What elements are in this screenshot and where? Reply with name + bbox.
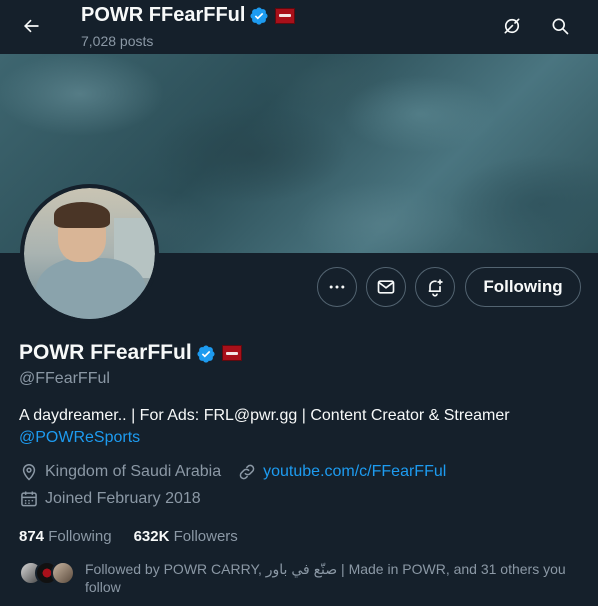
verified-badge-icon[interactable] bbox=[196, 343, 216, 363]
bio-text: A daydreamer.. | For Ads: FRL@pwr.gg | C… bbox=[19, 407, 510, 424]
handle: @FFearFFul bbox=[19, 370, 110, 387]
profile-meta-row: Kingdom of Saudi Arabia youtube.com/c/FF… bbox=[19, 462, 446, 482]
followed-by-text: Followed by POWR CARRY, صنّع في باور | M… bbox=[85, 561, 566, 595]
top-bar: POWR FFearFFul 7,028 posts bbox=[0, 0, 598, 54]
more-dots-icon bbox=[329, 285, 345, 289]
more-button[interactable] bbox=[317, 267, 357, 307]
verified-badge-icon[interactable] bbox=[249, 6, 269, 26]
display-name: POWR FFearFFul bbox=[19, 341, 192, 364]
followed-by-avatars bbox=[19, 561, 75, 587]
location-pin-icon bbox=[19, 462, 39, 482]
profile-name-row: POWR FFearFFul bbox=[19, 341, 242, 365]
following-label: Following bbox=[48, 528, 112, 545]
follow-stats: 874 Following 632K Followers bbox=[19, 528, 238, 545]
bell-plus-icon bbox=[428, 279, 443, 297]
followed-by[interactable]: Followed by POWR CARRY, صنّع في باور | M… bbox=[19, 560, 575, 596]
envelope-icon bbox=[377, 280, 395, 294]
header-title: POWR FFearFFul bbox=[81, 4, 296, 27]
search-icon bbox=[552, 18, 569, 35]
back-button[interactable] bbox=[14, 9, 48, 43]
header-name: POWR FFearFFul bbox=[81, 4, 246, 26]
avatar bbox=[51, 561, 75, 585]
search-button[interactable] bbox=[543, 9, 577, 43]
bio-mention-link[interactable]: @POWReSports bbox=[19, 429, 140, 446]
followers-stat[interactable]: 632K Followers bbox=[134, 528, 238, 545]
avatar[interactable] bbox=[20, 184, 159, 323]
link-icon bbox=[237, 462, 257, 482]
calendar-icon bbox=[19, 489, 39, 509]
website-link[interactable]: youtube.com/c/FFearFFul bbox=[263, 463, 446, 481]
location-text: Kingdom of Saudi Arabia bbox=[45, 463, 222, 480]
avatar-photo bbox=[24, 188, 155, 319]
notify-button[interactable] bbox=[415, 267, 455, 307]
affiliate-badge-icon[interactable] bbox=[221, 345, 242, 361]
grok-icon bbox=[504, 18, 520, 34]
joined-row: Joined February 2018 bbox=[19, 489, 201, 509]
posts-count: 7,028 posts bbox=[81, 33, 154, 49]
grok-button[interactable] bbox=[495, 9, 529, 43]
joined-text: Joined February 2018 bbox=[45, 490, 201, 507]
bio: A daydreamer.. | For Ads: FRL@pwr.gg | C… bbox=[19, 405, 579, 449]
following-count: 874 bbox=[19, 528, 45, 545]
following-button[interactable]: Following bbox=[465, 267, 581, 307]
affiliate-badge-icon[interactable] bbox=[275, 7, 296, 24]
message-button[interactable] bbox=[366, 267, 406, 307]
following-stat[interactable]: 874 Following bbox=[19, 528, 112, 545]
followers-count: 632K bbox=[133, 528, 170, 545]
followers-label: Followers bbox=[173, 528, 238, 545]
arrow-left-icon bbox=[24, 19, 39, 33]
